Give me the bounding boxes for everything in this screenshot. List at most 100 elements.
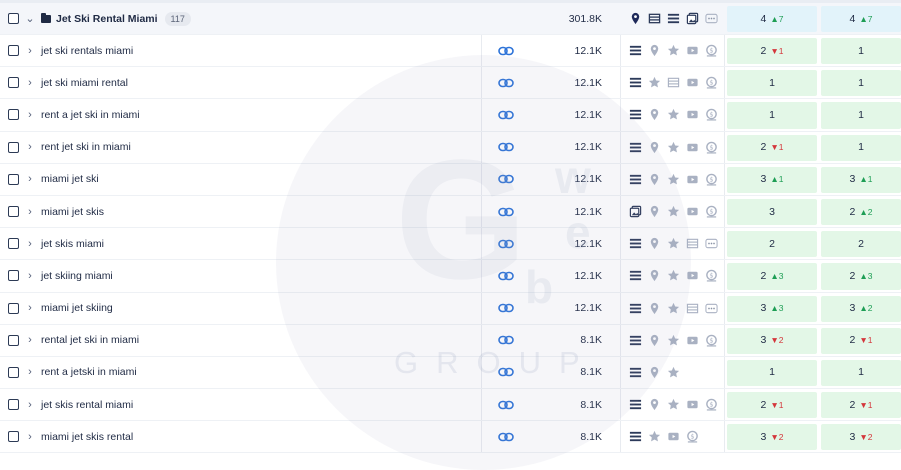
- rank-change-down: ▼2: [770, 335, 784, 346]
- keyword-row[interactable]: › jet skis rental miami 8.1K $2 ▼1 2 ▼1: [0, 389, 901, 422]
- group-keyword[interactable]: Jet Ski Rental Miami: [56, 13, 158, 25]
- position-1: 2 ▼1: [760, 44, 784, 57]
- map-pin-icon: [648, 205, 661, 218]
- list-icon: [629, 108, 642, 121]
- svg-text:$: $: [709, 272, 713, 280]
- expand-chevron-icon[interactable]: ›: [24, 228, 36, 259]
- list-icon: [629, 334, 642, 347]
- video-icon: [686, 334, 699, 347]
- rank-change-down: ▼2: [770, 431, 784, 442]
- expand-chevron-icon[interactable]: ›: [24, 293, 36, 324]
- star-icon: [667, 237, 680, 250]
- position-2: 1: [858, 76, 864, 89]
- keyword-text[interactable]: jet ski miami rental: [41, 67, 471, 98]
- expand-chevron-icon[interactable]: ›: [24, 325, 36, 356]
- coin-icon: $: [705, 108, 718, 122]
- url-link-icon[interactable]: [481, 67, 531, 98]
- expand-chevron-icon[interactable]: ›: [24, 132, 36, 163]
- serp-features: $: [629, 260, 724, 291]
- table-icon: [686, 237, 699, 250]
- row-checkbox[interactable]: [7, 366, 19, 378]
- row-checkbox[interactable]: [7, 173, 19, 185]
- star-icon: [667, 141, 680, 154]
- coin-icon: $: [686, 430, 699, 443]
- watermark-letter: w: [555, 151, 591, 203]
- serp-features: [629, 228, 724, 259]
- keyword-row[interactable]: › jet ski miami rental 12.1K $1 1: [0, 67, 901, 100]
- map-pin-icon: [648, 269, 661, 282]
- position-2: 3 ▼2: [849, 430, 873, 443]
- row-checkbox[interactable]: [7, 334, 19, 346]
- video-icon: [686, 398, 699, 411]
- rank-change-up: ▲1: [859, 174, 873, 185]
- row-checkbox[interactable]: [7, 45, 19, 57]
- video-icon: [686, 269, 699, 282]
- star-icon: [667, 173, 680, 186]
- video-icon: [686, 205, 699, 218]
- keyword-group-row[interactable]: ⌄ Jet Ski Rental Miami 117 301.8K 4 ▲7 4 ▲…: [0, 3, 901, 35]
- star-icon: [667, 302, 680, 315]
- expand-chevron-icon[interactable]: ›: [24, 357, 36, 388]
- collapse-chevron-icon[interactable]: ⌄: [24, 3, 36, 34]
- url-link-icon[interactable]: [481, 389, 531, 420]
- rank-change-down: ▼1: [859, 335, 873, 346]
- expand-chevron-icon[interactable]: ›: [24, 35, 36, 66]
- row-checkbox[interactable]: [7, 238, 19, 250]
- map-pin-icon: [648, 334, 661, 347]
- list-icon: [629, 430, 642, 443]
- expand-chevron-icon[interactable]: ›: [24, 99, 36, 130]
- row-checkbox[interactable]: [7, 141, 19, 153]
- search-volume: 12.1K: [574, 76, 602, 89]
- expand-chevron-icon[interactable]: ›: [24, 67, 36, 98]
- star-icon: [667, 108, 680, 121]
- expand-chevron-icon[interactable]: ›: [24, 164, 36, 195]
- svg-text:$: $: [690, 433, 694, 441]
- group-position-1: 4 ▲7: [760, 12, 784, 25]
- expand-chevron-icon[interactable]: ›: [24, 260, 36, 291]
- list-icon: [629, 44, 642, 57]
- row-checkbox[interactable]: [7, 206, 19, 218]
- position-1: 3 ▲3: [760, 302, 784, 315]
- url-link-icon[interactable]: [481, 35, 531, 66]
- rank-change-up: ▲3: [770, 303, 784, 314]
- position-1: 2 ▲3: [760, 269, 784, 282]
- position-2: 2 ▲3: [849, 269, 873, 282]
- keyword-text[interactable]: jet skis rental miami: [41, 389, 471, 420]
- position-1: 1: [769, 108, 775, 121]
- keyword-text[interactable]: jet ski rentals miami: [41, 35, 471, 66]
- url-link-icon[interactable]: [481, 421, 531, 452]
- group-checkbox[interactable]: [7, 13, 19, 24]
- coin-icon: $: [705, 398, 718, 411]
- rank-change-up: ▲1: [770, 174, 784, 185]
- keyword-row[interactable]: › miami jet skis rental 8.1K $3 ▼2 3 ▼2: [0, 421, 901, 454]
- star-icon: [667, 398, 680, 411]
- row-checkbox[interactable]: [7, 431, 19, 443]
- expand-chevron-icon[interactable]: ›: [24, 389, 36, 420]
- rank-change-up: ▲2: [859, 303, 873, 314]
- serp-features: $: [629, 421, 724, 452]
- position-2: 2 ▲2: [849, 205, 873, 218]
- expand-chevron-icon[interactable]: ›: [24, 196, 36, 227]
- keyword-row[interactable]: › jet ski rentals miami 12.1K $2 ▼1 1: [0, 35, 901, 68]
- row-checkbox[interactable]: [7, 77, 19, 89]
- coin-icon: $: [705, 334, 718, 347]
- row-checkbox[interactable]: [7, 302, 19, 314]
- serp-features: $: [629, 164, 724, 195]
- expand-chevron-icon[interactable]: ›: [24, 421, 36, 452]
- row-checkbox[interactable]: [7, 399, 19, 411]
- serp-features: $: [629, 35, 724, 66]
- serp-features: $: [629, 132, 724, 163]
- video-icon: [686, 141, 699, 154]
- row-checkbox[interactable]: [7, 109, 19, 121]
- star-icon: [667, 366, 680, 379]
- table-icon: [648, 12, 661, 25]
- row-checkbox[interactable]: [7, 270, 19, 282]
- folder-icon: [41, 12, 51, 23]
- watermark-logo: G: [395, 125, 528, 315]
- map-pin-icon: [648, 108, 661, 121]
- keyword-text[interactable]: miami jet skis rental: [41, 421, 471, 452]
- svg-text:$: $: [709, 143, 713, 151]
- group-serp-features: [629, 3, 724, 34]
- rank-change-up: ▲2: [859, 206, 873, 217]
- serp-features: $: [629, 389, 724, 420]
